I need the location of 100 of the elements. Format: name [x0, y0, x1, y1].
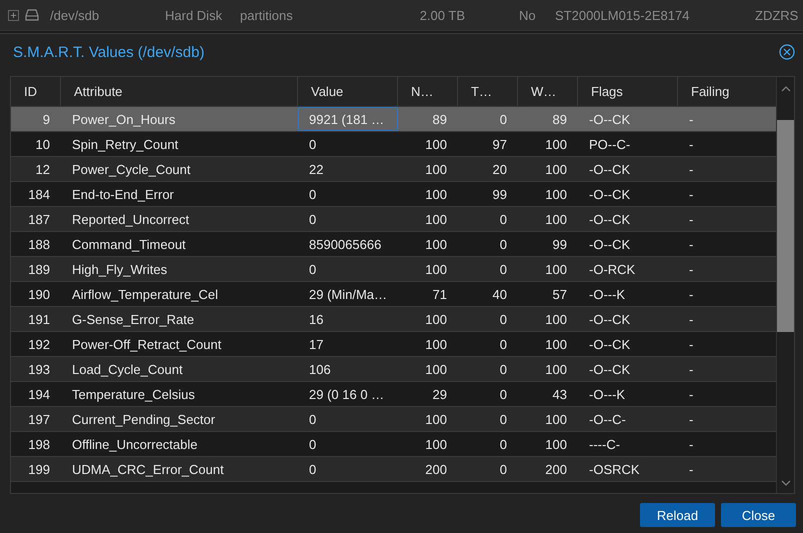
table-cell-text: 0 [308, 436, 318, 454]
table-cell-text: 100 [544, 336, 568, 354]
table-cell-text: - [688, 160, 694, 178]
table-cell-text: 0 [308, 260, 318, 278]
table-cell-text: UDMA_CRC_Error_Count [71, 460, 225, 479]
table-cell-text: 57 [552, 286, 568, 304]
table-cell-text: - [688, 386, 694, 404]
table-cell-text: Reported_Uncorrect [71, 210, 190, 229]
table-cell-text: 100 [424, 136, 448, 154]
table-cell-text: 0 [498, 310, 508, 328]
table-cell-text: 188 [27, 236, 51, 254]
table-cell-text: 100 [424, 236, 448, 254]
table-cell-text: -O--CK [588, 336, 632, 354]
expand-toggle[interactable]: + [8, 10, 19, 20]
table-cell-text: 0 [498, 436, 508, 454]
disk-serial: ZDZRS [755, 8, 800, 22]
column-header[interactable]: N… [398, 77, 458, 106]
table-row[interactable]: 189 High_Fly_Writes 0 100 0 100 -O-RCK - [11, 257, 776, 282]
table-row[interactable]: 197 Current_Pending_Sector 0 100 0 100 -O--C- - [11, 407, 776, 432]
table-row[interactable]: 12 Power_Cycle_Count 22 100 20 100 -O--CK - [11, 157, 776, 182]
table-cell-text: - [688, 236, 694, 254]
scroll-down-icon[interactable] [780, 479, 790, 487]
table-cell-text: PO--C- [588, 136, 632, 154]
table-cell-text: Temperature_Celsius [71, 386, 196, 404]
table-cell-text: 100 [544, 310, 568, 328]
table-cell-text: 43 [552, 386, 568, 404]
table-cell-text: ----C- [588, 436, 622, 454]
table-cell-text: 184 [27, 186, 51, 204]
table-cell-text: 192 [27, 336, 51, 354]
table-cell-text: - [688, 286, 694, 304]
table-cell-text: -O---K [588, 386, 626, 404]
column-header[interactable]: Value [298, 77, 398, 106]
table-cell-text: 40 [492, 286, 508, 304]
table-cell-text: -O--CK [588, 236, 632, 254]
scroll-up-icon[interactable] [780, 85, 790, 93]
table-row[interactable]: 187 Reported_Uncorrect 0 100 0 100 -O--CK - [11, 207, 776, 232]
table-cell-text: - [688, 260, 694, 278]
table-cell-text: 200 [424, 460, 448, 478]
table-cell-text: 187 [27, 210, 51, 228]
table-row[interactable]: 191 G-Sense_Error_Rate 16 100 0 100 -O--CK - [11, 307, 776, 332]
table-cell-text: Spin_Retry_Count [71, 136, 180, 154]
table-cell-text: 193 [27, 360, 51, 378]
table-cell-text: - [688, 436, 694, 454]
scrollbar[interactable] [776, 77, 794, 493]
reload-button[interactable]: Reload [640, 503, 715, 527]
table-cell-text: - [688, 410, 694, 428]
table-cell-text: 20 [492, 160, 508, 178]
table-cell-text: 16 [308, 310, 324, 328]
close-button[interactable]: Close [721, 503, 796, 527]
table-cell-text: -O--C- [588, 410, 627, 428]
table-cell-text: 0 [498, 210, 508, 228]
table-cell-text: - [688, 186, 694, 204]
device-path: /dev/sdb [50, 8, 100, 22]
column-header[interactable]: Attribute [61, 77, 298, 106]
table-cell-text: Load_Cycle_Count [71, 360, 184, 379]
disk-size: 2.00 TB [418, 8, 465, 22]
table-cell-text: 100 [424, 160, 448, 178]
column-header[interactable]: T… [458, 77, 518, 106]
table-row[interactable]: 199 UDMA_CRC_Error_Count 0 200 0 200 -OSRCK - [11, 457, 776, 482]
table-cell-text: 197 [27, 410, 51, 428]
table-cell-text: 100 [424, 260, 448, 278]
column-header[interactable]: W… [518, 77, 578, 106]
scrollbar-thumb[interactable] [777, 120, 794, 332]
table-cell-text: 0 [498, 386, 508, 404]
table-row[interactable]: 9 Power_On_Hours 9921 (181 … 89 0 89 -O--CK - [11, 107, 776, 132]
table-cell-text: 100 [424, 436, 448, 454]
table-cell-text: 10 [34, 136, 51, 154]
table-cell-text: 191 [27, 310, 51, 328]
column-header[interactable]: ID [11, 77, 61, 106]
close-icon[interactable] [779, 44, 795, 60]
disk-usage: partitions [240, 8, 294, 22]
table-cell-text: 29 [432, 386, 448, 404]
table-cell-text: 100 [544, 436, 568, 454]
table-cell-text: 97 [492, 136, 508, 154]
table-row[interactable]: 193 Load_Cycle_Count 106 100 0 100 -O--CK - [11, 357, 776, 382]
table-cell-text: 100 [424, 410, 448, 428]
table-cell-text: End-to-End_Error [71, 186, 175, 204]
column-header[interactable]: Flags [578, 77, 678, 106]
table-cell-text: 189 [27, 260, 51, 278]
table-cell-text: 8590065666 [308, 236, 382, 254]
table-cell-text: - [688, 136, 694, 154]
disk-list-row[interactable]: + /dev/sdb Hard Disk partitions 2.00 TB No ST2000LM015-2E8174 ZDZRS [0, 0, 803, 31]
table-cell-text: Power_On_Hours [71, 110, 176, 129]
table-cell-text: 0 [498, 336, 508, 354]
table-cell-text: 0 [308, 136, 318, 154]
table-cell-text: 199 [27, 460, 51, 478]
table-cell-text: -OSRCK [588, 460, 641, 478]
table-cell-text: 100 [544, 186, 568, 204]
table-cell-text: 0 [308, 460, 318, 478]
table-cell-text: Airflow_Temperature_Cel [71, 286, 219, 304]
table-cell-text: 100 [544, 136, 568, 154]
table-cell-text: 100 [424, 210, 448, 228]
table-cell-text: - [688, 110, 694, 128]
table-cell-text: - [688, 336, 694, 354]
table-cell-text: -O-RCK [588, 260, 636, 278]
table-cell-text: -O---K [588, 286, 626, 304]
table-cell-text: 0 [308, 186, 318, 204]
table-cell-text: 29 (0 16 0 … [308, 386, 386, 404]
table-cell-text: -O--CK [588, 160, 632, 178]
table-cell-text: 9 [42, 110, 51, 128]
